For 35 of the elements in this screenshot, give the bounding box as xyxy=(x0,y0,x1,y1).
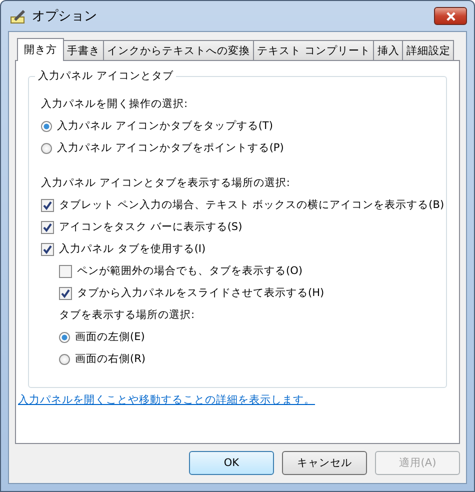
checkbox[interactable] xyxy=(41,198,54,212)
checkbox[interactable] xyxy=(41,242,54,256)
help-link[interactable]: 入力パネルを開くことや移動することの詳細を表示します。 xyxy=(18,393,315,407)
option-label[interactable]: 入力パネル アイコンかタブをタップする(T) xyxy=(57,119,273,133)
section-label: タブを表示する場所の選択: xyxy=(59,308,195,322)
tab[interactable]: 挿入 xyxy=(373,40,404,60)
tab[interactable]: 詳細設定 xyxy=(402,40,454,60)
section-label: 入力パネル アイコンとタブを表示する場所の選択: xyxy=(41,176,290,190)
checkbox[interactable] xyxy=(41,220,54,234)
checkbox[interactable] xyxy=(59,264,72,278)
radio-button[interactable] xyxy=(41,142,52,154)
option-label[interactable]: 入力パネル タブを使用する(I) xyxy=(59,242,206,256)
tab[interactable]: 開き方 xyxy=(17,38,64,61)
pen-pad-icon xyxy=(10,8,26,24)
tab[interactable]: インクからテキストへの変換 xyxy=(103,40,254,60)
dialog-button[interactable]: キャンセル xyxy=(282,451,367,475)
radio-button[interactable] xyxy=(41,120,52,132)
option-label[interactable]: 画面の右側(R) xyxy=(75,352,146,366)
tab[interactable]: テキスト コンプリート xyxy=(253,40,374,60)
dialog-button[interactable]: OK xyxy=(189,451,274,475)
option-label[interactable]: ペンが範囲外の場合でも、タブを表示する(O) xyxy=(77,264,302,278)
close-button[interactable] xyxy=(434,7,467,25)
section-label: 入力パネルを開く操作の選択: xyxy=(41,97,188,111)
checkbox[interactable] xyxy=(59,286,72,300)
close-icon xyxy=(446,12,456,20)
option-label[interactable]: アイコンをタスク バーに表示する(S) xyxy=(59,220,242,234)
radio-button[interactable] xyxy=(59,354,70,364)
group-title: 入力パネル アイコンとタブ xyxy=(35,69,176,83)
option-label[interactable]: 画面の左側(E) xyxy=(75,330,145,344)
window-title: オプション xyxy=(32,8,97,25)
option-label[interactable]: タブから入力パネルをスライドさせて表示する(H) xyxy=(77,286,324,300)
option-label[interactable]: 入力パネル アイコンかタブをポイントする(P) xyxy=(57,141,284,155)
tab[interactable]: 手書き xyxy=(63,40,104,60)
radio-button[interactable] xyxy=(59,332,70,342)
option-label[interactable]: タブレット ペン入力の場合、テキスト ボックスの横にアイコンを表示する(B) xyxy=(59,198,444,212)
